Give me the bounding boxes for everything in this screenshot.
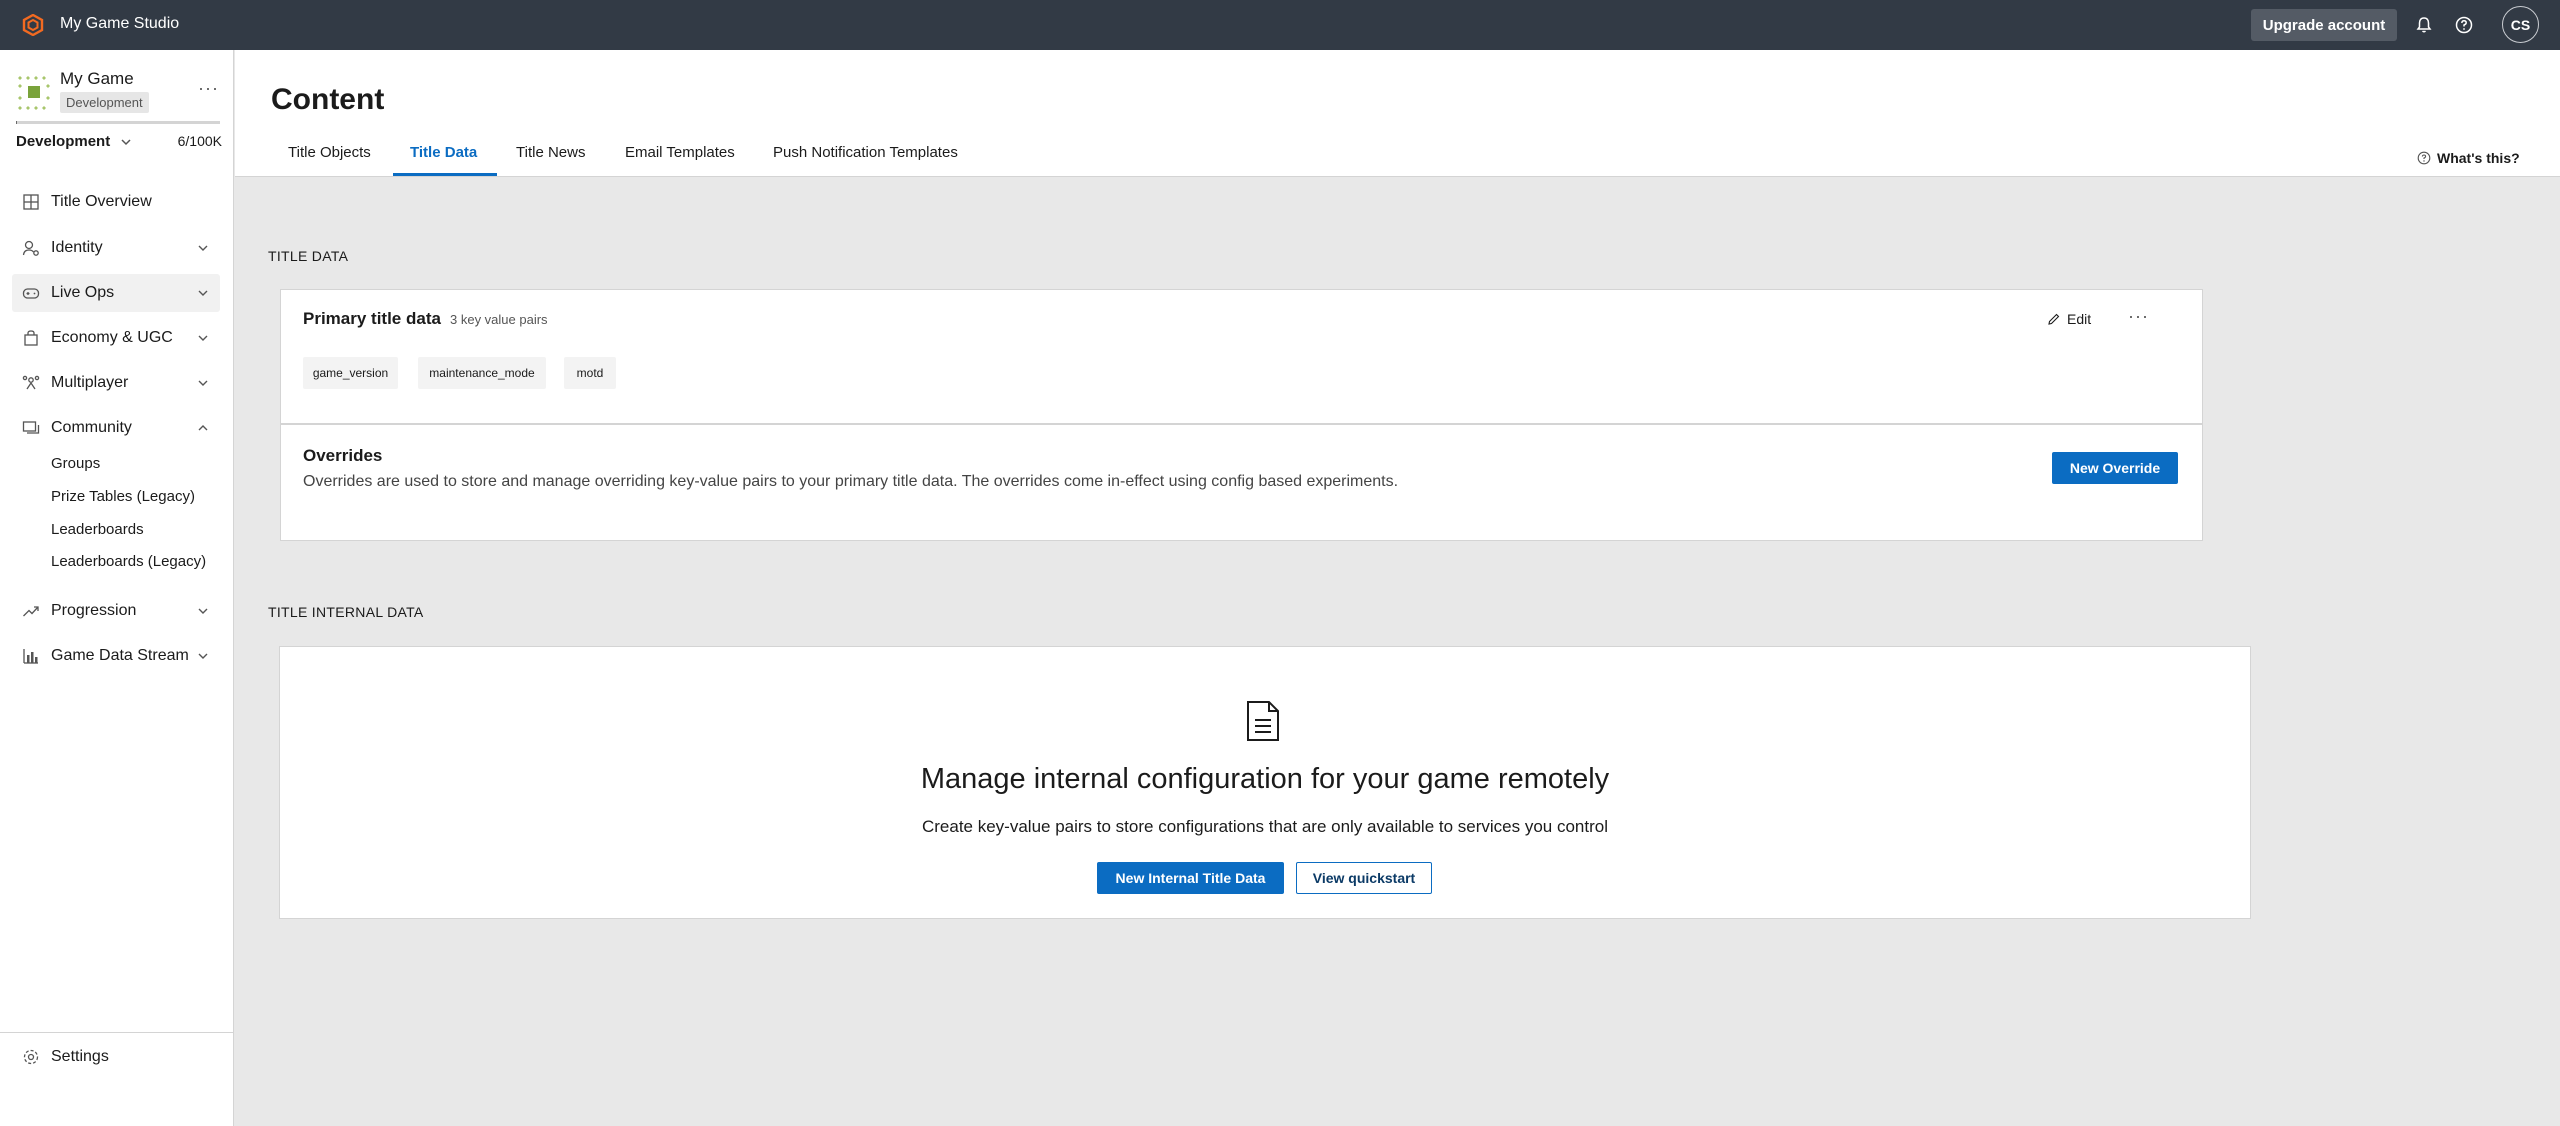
- upgrade-account-button[interactable]: Upgrade account: [2251, 9, 2397, 41]
- environment-dropdown[interactable]: Development: [16, 133, 132, 150]
- nav-label: Live Ops: [51, 284, 115, 301]
- nav-multiplayer[interactable]: Multiplayer: [12, 364, 220, 402]
- grid-icon: [23, 194, 39, 210]
- quota-text: 6/100K: [177, 133, 222, 149]
- studio-name[interactable]: My Game Studio: [60, 15, 179, 33]
- community-icon: [22, 421, 40, 434]
- tab-push-notification-templates[interactable]: Push Notification Templates: [773, 144, 958, 161]
- nav-progression[interactable]: Progression: [12, 592, 220, 630]
- nav-label: Settings: [51, 1048, 109, 1065]
- page-header: Content Title Objects Title Data Title N…: [235, 50, 2560, 177]
- game-name[interactable]: My Game: [60, 69, 134, 89]
- nav-label: Title Overview: [51, 193, 152, 210]
- more-options-icon[interactable]: ···: [198, 78, 219, 99]
- sidebar: My Game Development ··· Development 6/10…: [0, 50, 234, 1126]
- edit-label: Edit: [2067, 311, 2092, 327]
- chevron-down-icon: [198, 245, 208, 251]
- game-icon: [18, 76, 50, 110]
- empty-state-title: Manage internal configuration for your g…: [920, 763, 1610, 795]
- identity-icon: [22, 240, 39, 256]
- chevron-down-icon: [198, 335, 208, 341]
- nav-community[interactable]: Community: [12, 409, 220, 447]
- nav-label: Progression: [51, 602, 137, 619]
- bell-icon[interactable]: [2414, 15, 2434, 35]
- chevron-down-icon: [198, 653, 208, 659]
- primary-title-heading: Primary title data: [303, 309, 441, 328]
- key-value-count: 3 key value pairs: [450, 312, 548, 327]
- nav-label: Multiplayer: [51, 374, 129, 391]
- nav-economy-ugc[interactable]: Economy & UGC: [12, 319, 220, 357]
- active-tab-indicator: [393, 173, 497, 176]
- nav-sub-leaderboards[interactable]: Leaderboards: [51, 521, 144, 538]
- divider: [0, 1032, 233, 1033]
- nav-identity[interactable]: Identity: [12, 229, 220, 267]
- nav-label: Economy & UGC: [51, 329, 173, 346]
- page-title: Content: [271, 83, 385, 116]
- overrides-heading: Overrides: [303, 446, 383, 465]
- whats-this-link[interactable]: What's this?: [2417, 150, 2520, 166]
- user-avatar[interactable]: CS: [2502, 6, 2539, 43]
- chevron-down-icon: [198, 290, 208, 296]
- quota-bar: [16, 121, 220, 124]
- gamepad-icon: [22, 288, 40, 299]
- bag-icon: [24, 330, 38, 346]
- key-chip[interactable]: motd: [564, 357, 616, 389]
- nav-sub-prize-tables-legacy[interactable]: Prize Tables (Legacy): [51, 488, 195, 505]
- top-bar: My Game Studio Upgrade account CS: [0, 0, 2560, 50]
- section-label-title-data: TITLE DATA: [268, 248, 349, 264]
- key-chip[interactable]: game_version: [303, 357, 398, 389]
- trend-icon: [23, 606, 39, 617]
- pencil-icon: [2048, 313, 2060, 325]
- tab-title-news[interactable]: Title News: [516, 144, 585, 161]
- tab-title-data[interactable]: Title Data: [410, 144, 477, 161]
- chevron-down-icon: [198, 608, 208, 614]
- empty-state-description: Create key-value pairs to store configur…: [921, 817, 1609, 836]
- nav-sub-leaderboards-legacy[interactable]: Leaderboards (Legacy): [51, 553, 206, 570]
- nav-game-data-stream[interactable]: Game Data Stream: [12, 637, 220, 675]
- edit-button[interactable]: Edit: [2047, 311, 2091, 327]
- environment-badge: Development: [60, 92, 149, 113]
- nav-label: Community: [51, 419, 132, 436]
- nav-settings[interactable]: Settings: [12, 1038, 220, 1076]
- help-icon: [2417, 151, 2431, 165]
- section-label-title-internal-data: TITLE INTERNAL DATA: [268, 604, 424, 620]
- environment-dropdown-label: Development: [16, 133, 111, 150]
- chevron-up-icon: [198, 425, 208, 431]
- more-options-icon[interactable]: ···: [2128, 306, 2149, 327]
- nav-label: Game Data Stream: [51, 647, 189, 664]
- document-icon: [1247, 701, 1279, 741]
- help-icon[interactable]: [2454, 15, 2474, 35]
- chevron-down-icon: [121, 138, 131, 145]
- new-internal-title-data-button[interactable]: New Internal Title Data: [1097, 862, 1284, 894]
- bar-chart-icon: [23, 649, 38, 664]
- tab-title-objects[interactable]: Title Objects: [288, 144, 371, 161]
- overrides-description: Overrides are used to store and manage o…: [303, 473, 1399, 490]
- nav-label: Identity: [51, 239, 103, 256]
- nav-sub-groups[interactable]: Groups: [51, 455, 100, 472]
- multiplayer-icon: [22, 375, 40, 390]
- chevron-down-icon: [198, 380, 208, 386]
- nav-title-overview[interactable]: Title Overview: [12, 183, 220, 221]
- key-chip[interactable]: maintenance_mode: [418, 357, 546, 389]
- gear-icon: [23, 1049, 39, 1065]
- new-override-button[interactable]: New Override: [2052, 452, 2178, 484]
- studio-logo-icon[interactable]: [22, 14, 44, 36]
- tab-email-templates[interactable]: Email Templates: [625, 144, 735, 161]
- view-quickstart-button[interactable]: View quickstart: [1296, 862, 1432, 894]
- nav-live-ops[interactable]: Live Ops: [12, 274, 220, 312]
- whats-this-label: What's this?: [2437, 150, 2520, 166]
